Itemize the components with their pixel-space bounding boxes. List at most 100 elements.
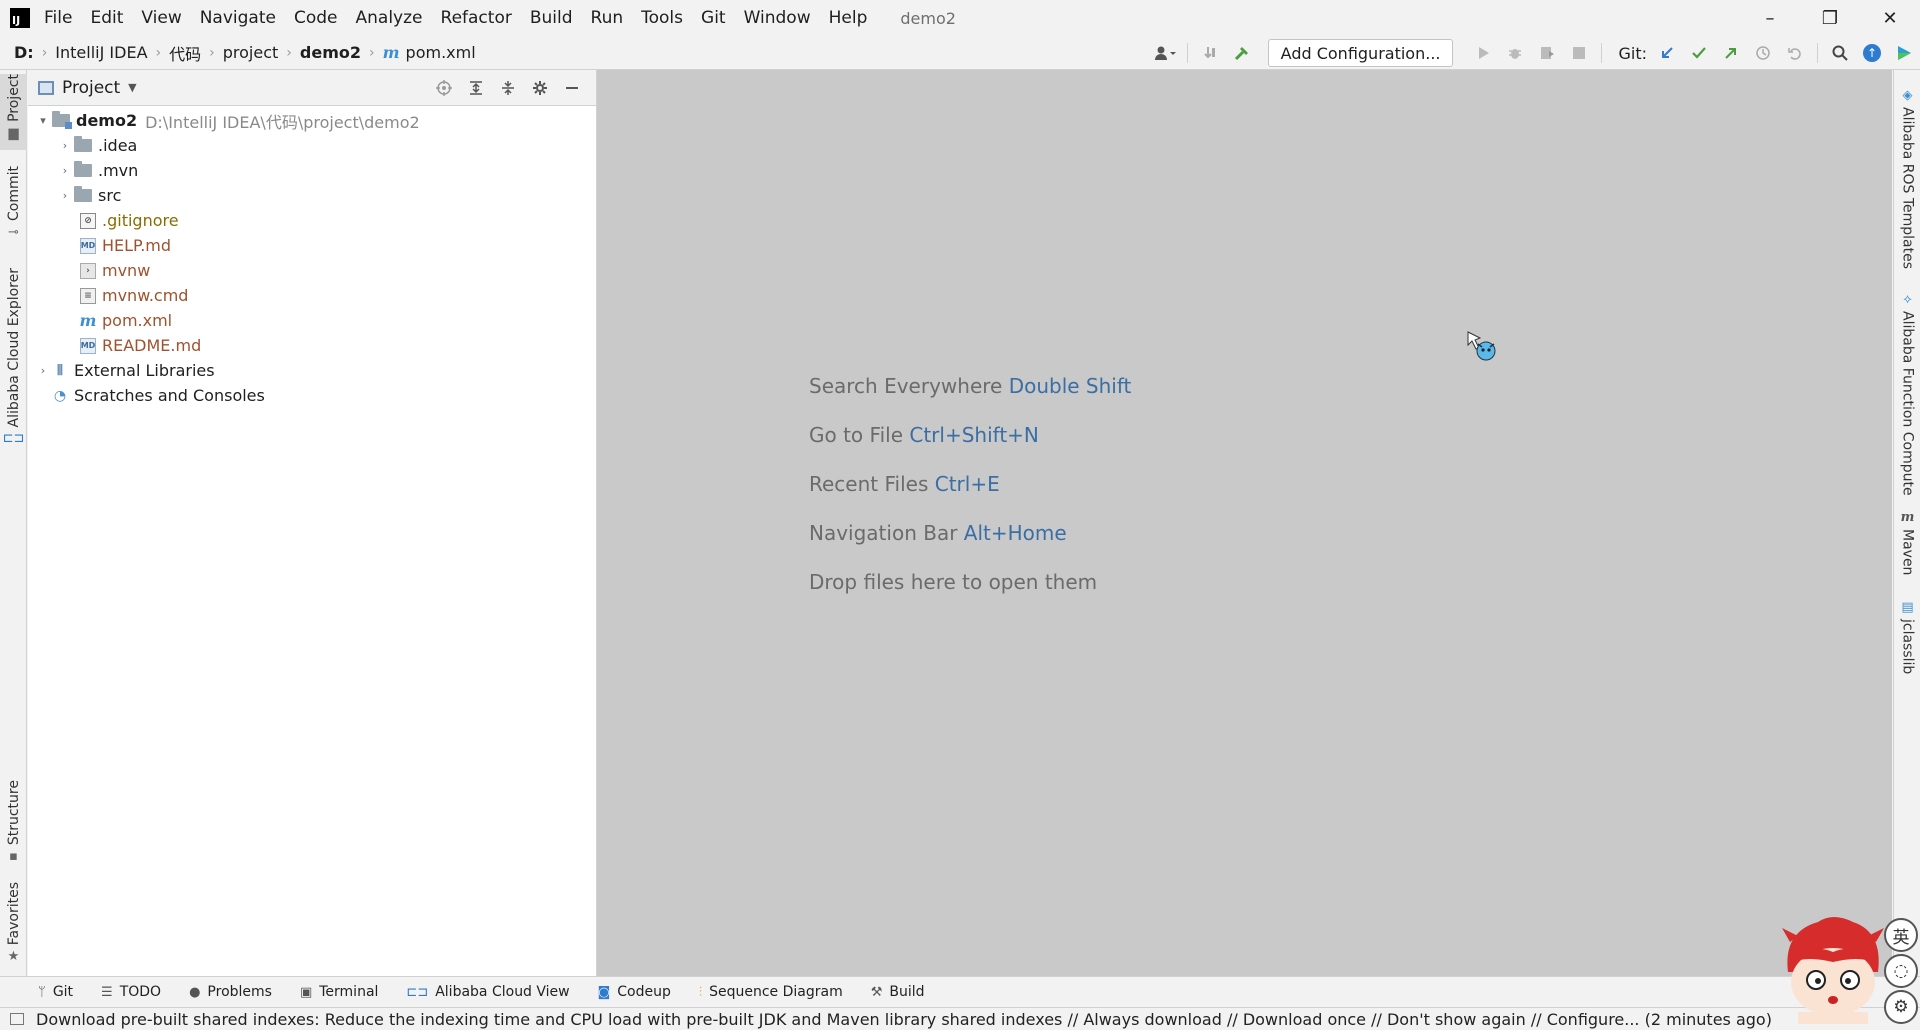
menu-view[interactable]: View <box>132 0 190 36</box>
menu-window[interactable]: Window <box>735 0 820 36</box>
tool-sequence-diagram[interactable]: ⫶ Sequence Diagram <box>699 984 843 1000</box>
tool-build[interactable]: ⚒ Build <box>871 984 925 1000</box>
menu-run[interactable]: Run <box>582 0 633 36</box>
breadcrumb-code[interactable]: 代码 <box>169 41 201 65</box>
breadcrumb-pom[interactable]: m pom.xml <box>383 43 476 62</box>
tool-git[interactable]: ᛘ Git <box>38 984 73 1000</box>
breadcrumb-separator-icon: › <box>369 44 375 61</box>
tree-row-scratches[interactable]: ◔ Scratches and Consoles <box>28 383 596 408</box>
right-tool-stripe: ◈ Alibaba ROS Templates ⟡ Alibaba Functi… <box>1893 70 1920 976</box>
expand-all-icon[interactable] <box>460 70 492 106</box>
chevron-right-icon[interactable]: › <box>56 139 74 152</box>
search-icon[interactable] <box>1824 36 1856 70</box>
menu-analyze[interactable]: Analyze <box>347 0 432 36</box>
chevron-right-icon[interactable]: › <box>34 364 52 377</box>
tree-row-help-md[interactable]: MD HELP.md <box>28 233 596 258</box>
markdown-icon: MD <box>80 237 96 254</box>
menu-refactor[interactable]: Refactor <box>432 0 521 36</box>
codeup-icon: ◙ <box>597 984 611 1000</box>
vcs-update-icon[interactable] <box>1194 36 1226 70</box>
chevron-right-icon[interactable]: › <box>56 189 74 202</box>
menu-code[interactable]: Code <box>285 0 347 36</box>
git-push-icon[interactable] <box>1715 36 1747 70</box>
git-commit-icon[interactable] <box>1683 36 1715 70</box>
tree-row-src[interactable]: › src <box>28 183 596 208</box>
tool-tab-alibaba-function-compute[interactable]: ⟡ Alibaba Function Compute <box>1894 292 1920 496</box>
hide-panel-icon[interactable] <box>556 70 588 106</box>
tree-row-mvn[interactable]: › .mvn <box>28 158 596 183</box>
tree-row-pom[interactable]: m pom.xml <box>28 308 596 333</box>
tree-row-gitignore[interactable]: ⊘ .gitignore <box>28 208 596 233</box>
menu-git[interactable]: Git <box>692 0 735 36</box>
breadcrumb-drive[interactable]: D: <box>14 43 34 62</box>
git-rollback-icon[interactable] <box>1779 36 1811 70</box>
tree-row-external-libraries[interactable]: › ⫴ External Libraries <box>28 358 596 383</box>
menu-edit[interactable]: Edit <box>81 0 132 36</box>
tree-row-mvnw-cmd[interactable]: ≡ mvnw.cmd <box>28 283 596 308</box>
stop-icon[interactable] <box>1563 36 1595 70</box>
chevron-down-icon[interactable]: ▼ <box>128 81 136 94</box>
tool-label: Git <box>52 984 74 1000</box>
tool-codeup[interactable]: ◙ Codeup <box>598 984 671 1000</box>
tool-todo[interactable]: ☰ TODO <box>101 984 161 1000</box>
debug-icon[interactable] <box>1499 36 1531 70</box>
tool-tab-favorites[interactable]: Favorites ★ <box>0 882 27 968</box>
locate-icon[interactable] <box>428 70 460 106</box>
coverage-icon[interactable] <box>1531 36 1563 70</box>
tool-tab-jclasslib[interactable]: ▤ jclasslib <box>1894 600 1920 680</box>
tool-tab-maven[interactable]: m Maven <box>1894 510 1920 582</box>
tree-row-mvnw[interactable]: › mvnw <box>28 258 596 283</box>
menu-tools[interactable]: Tools <box>632 0 692 36</box>
project-view-selector[interactable]: Project <box>62 78 120 98</box>
breadcrumb-separator-icon: › <box>209 44 215 61</box>
menu-help[interactable]: Help <box>820 0 877 36</box>
close-button[interactable]: ✕ <box>1860 0 1920 36</box>
git-label: Git: <box>1618 43 1647 63</box>
tree-row-idea[interactable]: › .idea <box>28 133 596 158</box>
chevron-right-icon[interactable]: › <box>56 164 74 177</box>
add-configuration-button[interactable]: Add Configuration... <box>1267 39 1454 67</box>
tool-terminal[interactable]: ▣ Terminal <box>300 984 378 1000</box>
tool-tab-label: Favorites <box>5 882 22 946</box>
tool-tab-alibaba-cloud-explorer[interactable]: Alibaba Cloud Explorer ⊏⊐ <box>0 268 27 446</box>
run-icon[interactable] <box>1467 36 1499 70</box>
library-icon: ⫴ <box>57 362 63 379</box>
hint-shortcut: Ctrl+Shift+N <box>909 423 1039 447</box>
toggle-tool-windows-icon[interactable] <box>10 1013 24 1025</box>
tool-tab-alibaba-ros-templates[interactable]: ◈ Alibaba ROS Templates <box>1894 88 1920 269</box>
status-message[interactable]: Download pre-built shared indexes: Reduc… <box>36 1010 1772 1029</box>
tool-alibaba-cloud-view[interactable]: ⊏⊐ Alibaba Cloud View <box>406 984 569 1000</box>
tool-tab-label: Alibaba Cloud Explorer <box>5 268 22 428</box>
ide-update-icon[interactable]: ↑ <box>1856 36 1888 70</box>
editor-empty-area[interactable]: Search Everywhere Double Shift Go to Fil… <box>597 70 1892 976</box>
plugin-logo-icon[interactable] <box>1888 36 1920 70</box>
tool-tab-commit[interactable]: Commit ⊸ <box>0 166 27 242</box>
hint-search-everywhere: Search Everywhere Double Shift <box>809 362 1131 411</box>
git-update-icon[interactable] <box>1651 36 1683 70</box>
window-title: demo2 <box>900 8 956 28</box>
minimize-button[interactable]: – <box>1740 0 1800 36</box>
restore-button[interactable]: ❐ <box>1800 0 1860 36</box>
build-hammer-icon[interactable] <box>1226 36 1258 70</box>
star-icon: ★ <box>7 949 20 965</box>
toolbar-separator <box>1817 43 1818 63</box>
git-history-icon[interactable] <box>1747 36 1779 70</box>
collapse-all-icon[interactable] <box>492 70 524 106</box>
tool-tab-structure[interactable]: Structure ▪ <box>0 780 27 864</box>
ime-settings-icon[interactable]: ⚙ <box>1884 990 1918 1024</box>
menu-navigate[interactable]: Navigate <box>191 0 285 36</box>
tool-tab-project[interactable]: Project ▆ <box>0 74 27 150</box>
breadcrumb-intellij[interactable]: IntelliJ IDEA <box>55 43 147 62</box>
tree-row-root[interactable]: ▾ demo2 D:\IntelliJ IDEA\代码\project\demo… <box>28 108 596 133</box>
tool-problems[interactable]: ● Problems <box>189 984 272 1000</box>
menu-file[interactable]: File <box>44 0 81 36</box>
menu-build[interactable]: Build <box>521 0 582 36</box>
ime-language-badge[interactable]: 英 <box>1884 918 1918 952</box>
breadcrumb-project[interactable]: project <box>223 43 279 62</box>
breadcrumb-demo2[interactable]: demo2 <box>300 43 361 62</box>
user-icon[interactable] <box>1149 36 1181 70</box>
ime-mode-icon[interactable]: ◌ <box>1884 954 1918 988</box>
gear-icon[interactable] <box>524 70 556 106</box>
chevron-down-icon[interactable]: ▾ <box>34 114 52 127</box>
tree-row-readme[interactable]: MD README.md <box>28 333 596 358</box>
